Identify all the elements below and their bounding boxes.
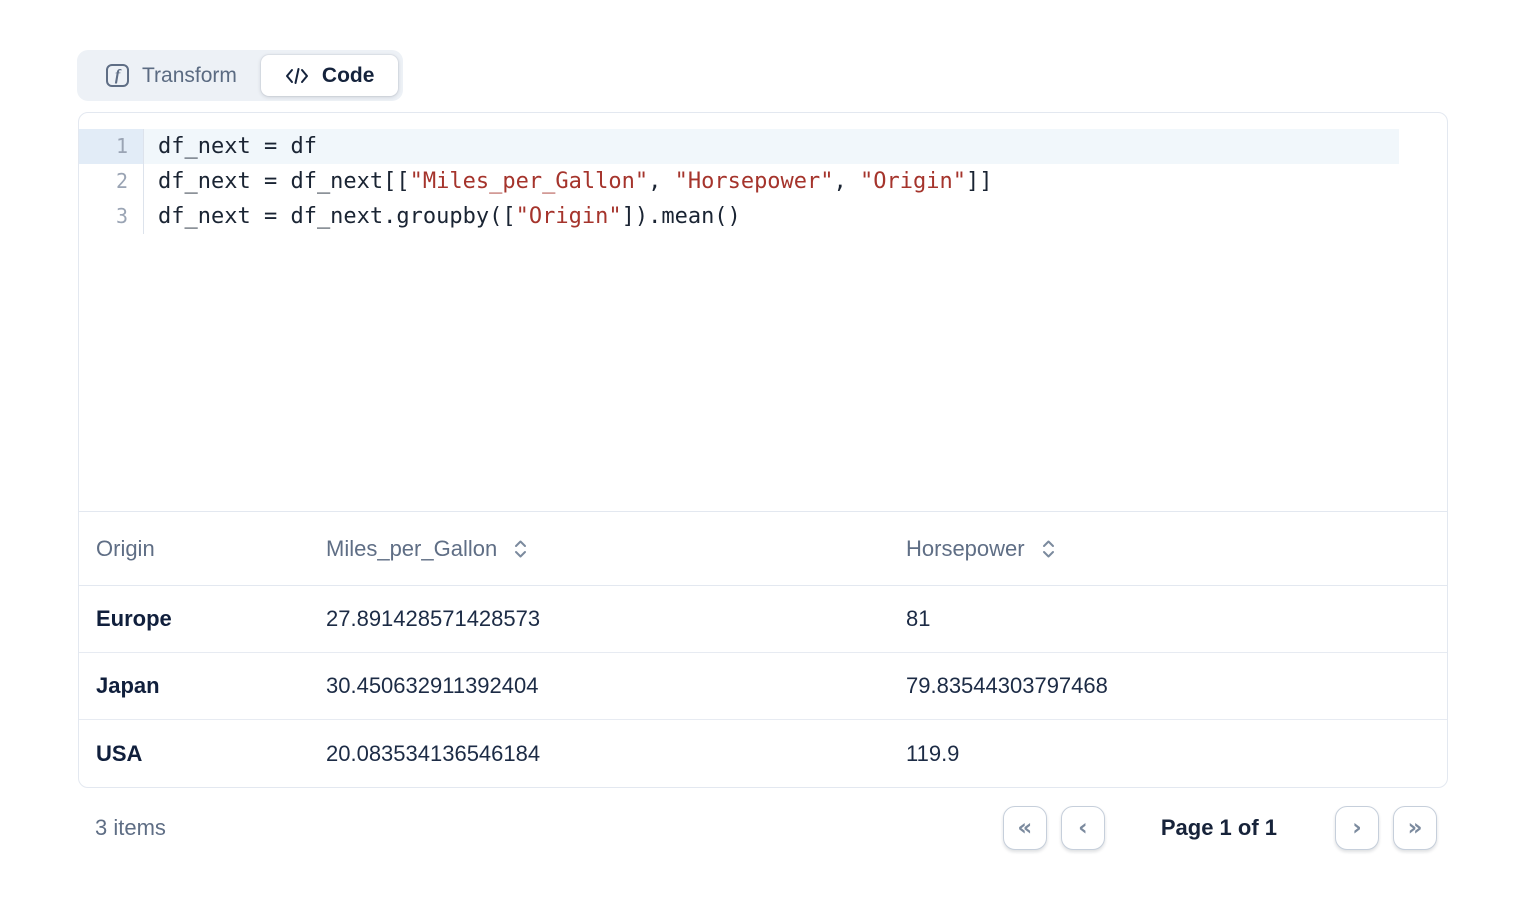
first-page-button[interactable]: « bbox=[1003, 806, 1047, 850]
cell-origin: Japan bbox=[79, 673, 326, 699]
column-header-horsepower[interactable]: Horsepower bbox=[906, 536, 1447, 562]
tab-code[interactable]: Code bbox=[261, 55, 399, 96]
code-text: df_next = df_next[["Miles_per_Gallon", "… bbox=[144, 164, 1399, 199]
code-line[interactable]: 2 df_next = df_next[["Miles_per_Gallon",… bbox=[79, 164, 1447, 199]
previous-page-button[interactable]: ‹ bbox=[1061, 806, 1105, 850]
column-header-miles-per-gallon[interactable]: Miles_per_Gallon bbox=[326, 536, 906, 562]
items-count: 3 items bbox=[95, 815, 166, 841]
tab-code-label: Code bbox=[322, 64, 375, 88]
sort-icon[interactable] bbox=[513, 538, 528, 560]
pagination: « ‹ Page 1 of 1 › » bbox=[1003, 806, 1437, 850]
table-header: Origin Miles_per_Gallon Horsepower bbox=[79, 512, 1447, 586]
cell-miles-per-gallon: 27.891428571428573 bbox=[326, 606, 906, 632]
code-line[interactable]: 1 df_next = df bbox=[79, 129, 1447, 164]
next-page-button[interactable]: › bbox=[1335, 806, 1379, 850]
tab-transform-label: Transform bbox=[142, 64, 237, 88]
tab-transform[interactable]: f Transform bbox=[82, 55, 261, 96]
data-widget: f Transform Code 1 df_next = df 2 df_ne bbox=[0, 0, 1516, 918]
sort-icon[interactable] bbox=[1041, 538, 1056, 560]
cell-origin: Europe bbox=[79, 606, 326, 632]
code-editor[interactable]: 1 df_next = df 2 df_next = df_next[["Mil… bbox=[79, 113, 1447, 512]
table-row: USA 20.083534136546184 119.9 bbox=[79, 720, 1447, 788]
code-panel-card: 1 df_next = df 2 df_next = df_next[["Mil… bbox=[78, 112, 1448, 788]
code-icon bbox=[285, 67, 309, 85]
column-header-origin: Origin bbox=[79, 536, 326, 562]
code-text: df_next = df bbox=[158, 134, 317, 159]
code-text: df_next = df_next.groupby(["Origin"]).me… bbox=[144, 199, 1399, 234]
cell-horsepower: 119.9 bbox=[906, 741, 1447, 767]
cell-origin: USA bbox=[79, 741, 326, 767]
last-page-button[interactable]: » bbox=[1393, 806, 1437, 850]
page-indicator: Page 1 of 1 bbox=[1161, 815, 1277, 841]
line-number: 2 bbox=[79, 164, 144, 199]
cell-miles-per-gallon: 30.450632911392404 bbox=[326, 673, 906, 699]
cell-horsepower: 81 bbox=[906, 606, 1447, 632]
cell-horsepower: 79.83544303797468 bbox=[906, 673, 1447, 699]
cell-miles-per-gallon: 20.083534136546184 bbox=[326, 741, 906, 767]
table-row: Japan 30.450632911392404 79.835443037974… bbox=[79, 653, 1447, 720]
table-footer: 3 items « ‹ Page 1 of 1 › » bbox=[78, 788, 1448, 868]
line-number: 3 bbox=[79, 199, 144, 234]
view-tabs: f Transform Code bbox=[77, 50, 403, 101]
table-row: Europe 27.891428571428573 81 bbox=[79, 586, 1447, 653]
line-number: 1 bbox=[79, 129, 144, 164]
code-line[interactable]: 3 df_next = df_next.groupby(["Origin"]).… bbox=[79, 199, 1447, 234]
function-icon: f bbox=[106, 64, 129, 87]
